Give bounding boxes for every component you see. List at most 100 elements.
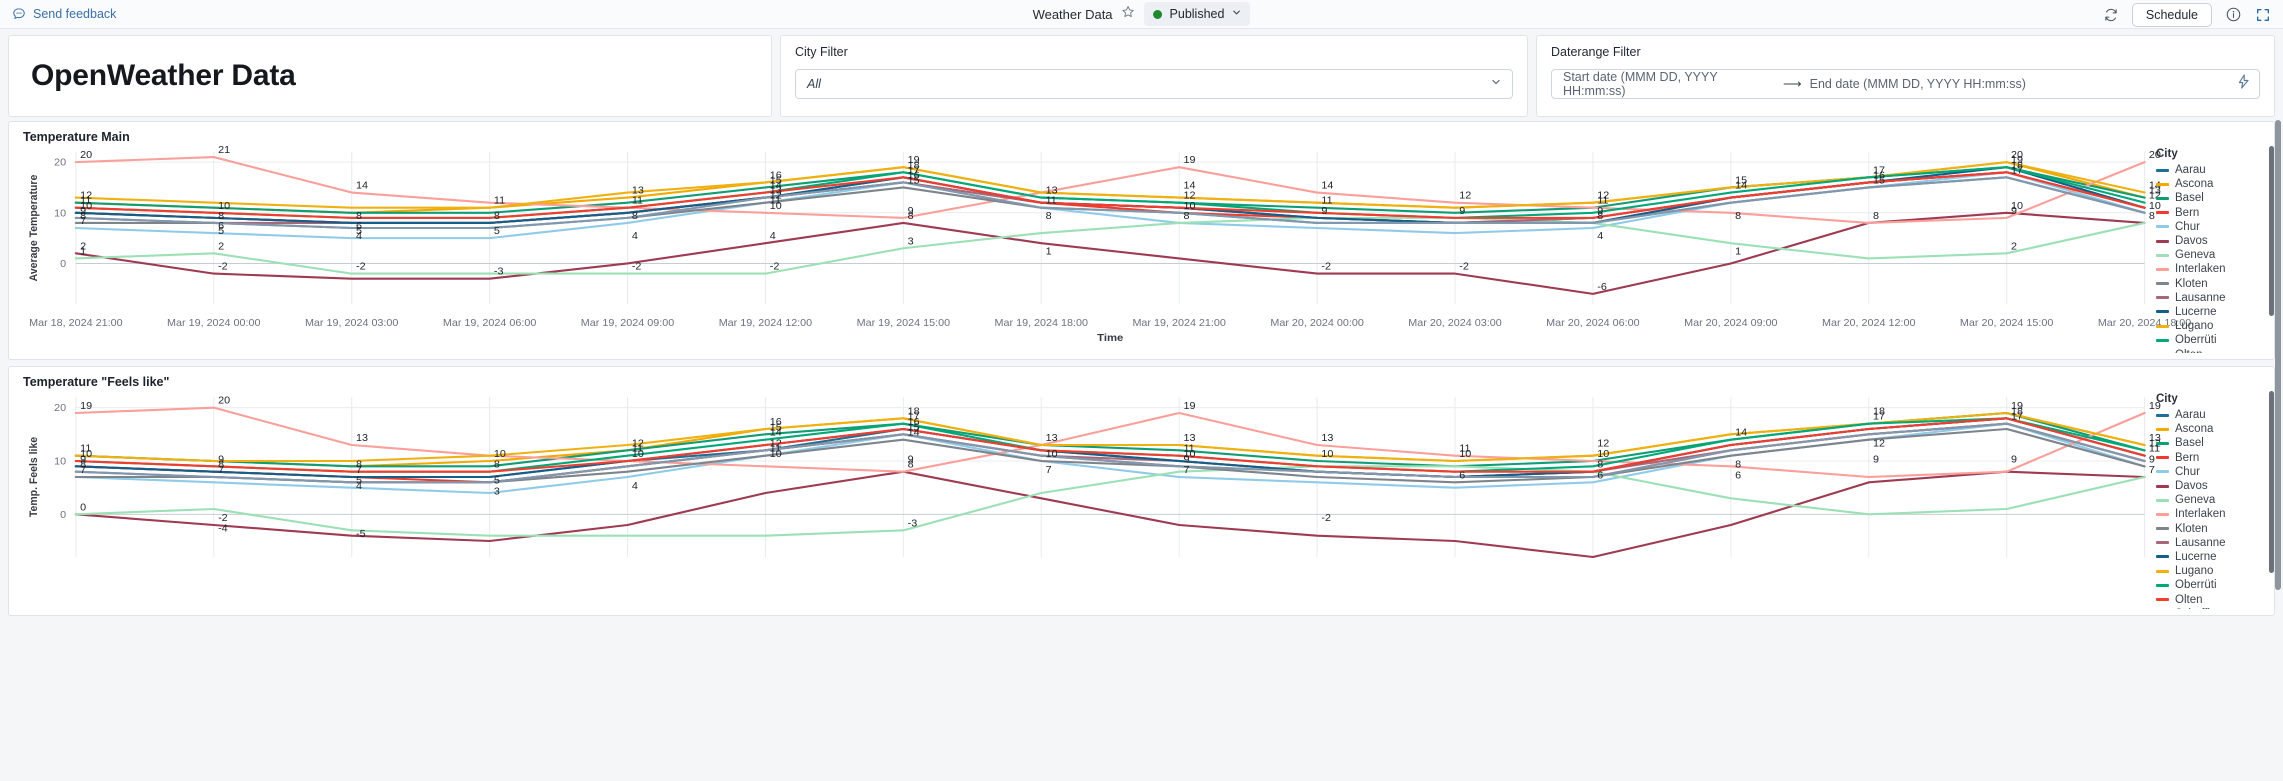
legend-scrollbar[interactable] (2269, 391, 2274, 573)
refresh-icon[interactable] (2103, 7, 2119, 23)
chart2-svg: 01020 191110987020987-2-4138754-510853121… (28, 396, 2161, 559)
legend-item-davos[interactable]: Davos (2156, 479, 2266, 493)
legend-item-oberrüti[interactable]: Oberrüti (2156, 333, 2266, 347)
legend-item-interlaken[interactable]: Interlaken (2156, 507, 2266, 521)
lightning-bolt-icon[interactable] (2236, 74, 2250, 95)
legend-item-kloten[interactable]: Kloten (2156, 277, 2266, 291)
legend-item-aarau[interactable]: Aarau (2156, 163, 2266, 177)
info-circle-icon[interactable] (2225, 6, 2242, 23)
x-tick-label: Mar 20, 2024 15:00 (1960, 318, 2054, 329)
data-point-label: 4 (356, 232, 362, 243)
legend-item-olten[interactable]: Olten (2156, 592, 2266, 606)
x-tick-label: Mar 19, 2024 21:00 (1132, 318, 1226, 329)
legend-item-bern[interactable]: Bern (2156, 206, 2266, 220)
legend-label: Lausanne (2175, 536, 2226, 549)
legend-item-ascona[interactable]: Ascona (2156, 177, 2266, 191)
data-point-label: 10 (770, 201, 782, 212)
end-date-input[interactable]: End date (MMM DD, YYYY HH:mm:ss) (1810, 77, 2026, 91)
x-tick-label: Mar 19, 2024 03:00 (305, 318, 399, 329)
data-point-label: 10 (632, 449, 644, 460)
data-point-label: 17 (2011, 412, 2023, 423)
data-point-label: 2 (218, 242, 224, 253)
legend-label: Davos (2175, 235, 2208, 248)
legend-item-geneva[interactable]: Geneva (2156, 493, 2266, 507)
chart2-plot-area[interactable]: 0 10 20 19 11 10 9 8 7 0 20 9 8 7 -2 -4 13 8 7 5 4 -5 10 8 5 3 12 1… (9, 389, 2274, 611)
legend-label: Ascona (2175, 178, 2214, 191)
data-point-label: 8 (1735, 211, 1741, 222)
data-point-label: 7 (218, 465, 224, 476)
legend-item-lugano[interactable]: Lugano (2156, 564, 2266, 578)
legend-swatch-icon (2156, 324, 2169, 328)
schedule-button[interactable]: Schedule (2131, 2, 2212, 27)
legend-label: Davos (2175, 480, 2208, 493)
legend-item-basel[interactable]: Basel (2156, 436, 2266, 450)
data-point-label: -2 (356, 262, 366, 273)
legend-item-basel[interactable]: Basel (2156, 191, 2266, 205)
data-point-label: 8 (218, 211, 224, 222)
data-point-label: 13 (1046, 186, 1058, 197)
legend-item-lucerne[interactable]: Lucerne (2156, 305, 2266, 319)
send-feedback-button[interactable]: Send feedback (12, 7, 116, 21)
legend-item-chur[interactable]: Chur (2156, 465, 2266, 479)
legend-scrollbar[interactable] (2269, 146, 2274, 316)
data-point-label: 13 (1183, 433, 1195, 444)
legend-items: Aarau Ascona Basel Bern Chur Davos Geneva Inter… (2156, 408, 2266, 609)
send-feedback-label: Send feedback (33, 7, 117, 21)
data-point-label: 7 (80, 216, 86, 227)
data-point-label: 14 (1735, 181, 1747, 192)
chart1-plot-area[interactable]: 0 10 20 20 12 11 10 9 8 7 2 1 21 10 8 6 5 2 -2 14 8 6 5 4 -2 11 8 5… (9, 144, 2274, 354)
x-tick-label: Mar 19, 2024 00:00 (167, 318, 261, 329)
data-point-label: -2 (1321, 262, 1331, 273)
legend-label: Oberrüti (2175, 334, 2217, 347)
legend-label: Bern (2175, 451, 2200, 464)
data-point-label: -2 (770, 262, 780, 273)
legend-item-aarau[interactable]: Aarau (2156, 408, 2266, 422)
legend-item-davos[interactable]: Davos (2156, 234, 2266, 248)
data-point-label: 2 (2011, 242, 2017, 253)
legend-item-chur[interactable]: Chur (2156, 220, 2266, 234)
chart2-title: Temperature "Feels like" (23, 375, 170, 389)
legend-item-schaffhausen[interactable]: Schaffhausen (2156, 607, 2266, 609)
data-point-label: 12 (1183, 191, 1195, 202)
legend-item-kloten[interactable]: Kloten (2156, 522, 2266, 536)
city-filter-card: City Filter All (780, 35, 1528, 117)
legend-swatch-icon (2156, 569, 2169, 573)
legend-item-lausanne[interactable]: Lausanne (2156, 536, 2266, 550)
legend-item-lugano[interactable]: Lugano (2156, 319, 2266, 333)
legend-swatch-icon (2156, 225, 2169, 229)
x-tick-label: Mar 20, 2024 00:00 (1270, 318, 1364, 329)
data-point-label: 10 (218, 201, 230, 212)
data-point-label: -3 (494, 267, 504, 278)
page-scrollbar[interactable] (2275, 120, 2281, 590)
legend-item-ascona[interactable]: Ascona (2156, 422, 2266, 436)
city-filter-select[interactable]: All (795, 69, 1513, 99)
legend-item-interlaken[interactable]: Interlaken (2156, 262, 2266, 276)
legend-label: Interlaken (2175, 508, 2226, 521)
fullscreen-icon[interactable] (2255, 7, 2271, 23)
x-tick-label: Mar 19, 2024 18:00 (995, 318, 1089, 329)
start-date-input[interactable]: Start date (MMM DD, YYYY HH:mm:ss) (1563, 70, 1783, 98)
legend-item-bern[interactable]: Bern (2156, 451, 2266, 465)
data-point-label: 11 (494, 196, 505, 207)
series-line-davos[interactable] (74, 211, 2146, 295)
data-point-label: 8 (1183, 211, 1189, 222)
legend-item-lausanne[interactable]: Lausanne (2156, 291, 2266, 305)
series-line-geneva[interactable] (74, 216, 2146, 275)
legend-item-lucerne[interactable]: Lucerne (2156, 550, 2266, 564)
data-point-label: 19 (80, 401, 92, 412)
data-point-label: 7 (80, 465, 86, 476)
legend-item-olten[interactable]: Olten (2156, 347, 2266, 353)
star-icon[interactable] (1122, 5, 1136, 24)
legend-item-geneva[interactable]: Geneva (2156, 248, 2266, 262)
document-title: Weather Data (1032, 6, 1113, 22)
legend-item-oberrüti[interactable]: Oberrüti (2156, 578, 2266, 592)
data-point-label: 14 (770, 428, 782, 439)
data-point-label: 14 (1183, 181, 1195, 192)
publish-status-dropdown[interactable]: Published (1144, 2, 1251, 26)
legend-swatch-icon (2156, 484, 2169, 488)
data-point-label: 10 (1183, 201, 1195, 212)
data-point-label: 17 (1873, 412, 1885, 423)
legend-label: Chur (2175, 220, 2200, 233)
chart1-title: Temperature Main (23, 130, 130, 144)
data-point-label: 4 (1597, 232, 1603, 243)
